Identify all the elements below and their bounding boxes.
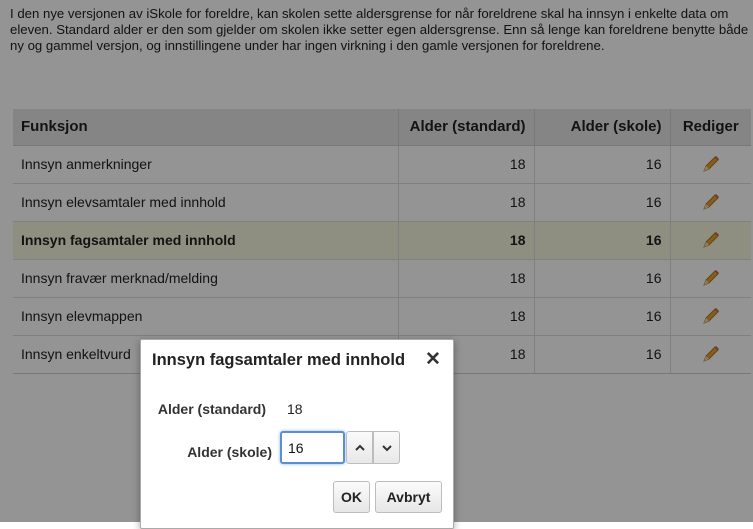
dialog-title: Innsyn fagsamtaler med innhold <box>152 351 406 369</box>
edit-age-dialog: Innsyn fagsamtaler med innhold ✕ Alder (… <box>140 339 454 529</box>
chevron-down-icon <box>381 439 393 457</box>
close-icon[interactable]: ✕ <box>425 348 441 371</box>
increment-button[interactable] <box>346 431 373 464</box>
age-school-input[interactable] <box>280 431 345 464</box>
decrement-button[interactable] <box>373 431 400 464</box>
age-default-label: Alder (standard) <box>157 401 266 417</box>
chevron-up-icon <box>354 439 366 457</box>
age-school-label: Alder (skole) <box>187 444 272 460</box>
ok-button[interactable]: OK <box>333 481 370 513</box>
cancel-button[interactable]: Avbryt <box>375 481 442 513</box>
age-default-value: 18 <box>287 401 303 417</box>
